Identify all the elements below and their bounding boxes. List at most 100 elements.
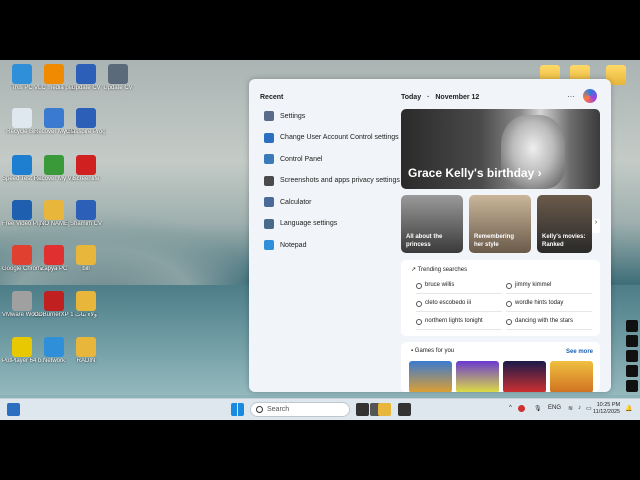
recent-item-label: Language settings xyxy=(280,220,338,227)
app-icon xyxy=(44,291,64,311)
card-title-line: princess xyxy=(406,242,431,248)
desktop-icon-label: Shamim CV xyxy=(69,221,102,227)
trending-box: ↗ Trending searches bruce willis jimmy ki… xyxy=(401,260,600,336)
games-title: Games for you xyxy=(414,348,455,354)
desktop-icon[interactable]: ولاء بنات xyxy=(66,291,106,319)
desktop-icon[interactable]: Update CV xyxy=(98,64,138,92)
games-header: ▪ Games for you xyxy=(411,348,455,354)
app-icon xyxy=(76,245,96,265)
news-card[interactable]: All about the princess xyxy=(401,195,463,253)
app-icon xyxy=(44,155,64,175)
task-view-icon[interactable] xyxy=(356,403,369,416)
app-icon xyxy=(12,337,32,357)
flag-icon xyxy=(264,132,274,143)
notepad-icon xyxy=(264,240,274,250)
chevron-right-icon[interactable]: › xyxy=(592,219,600,233)
app-icon xyxy=(44,64,64,84)
app-icon xyxy=(44,200,64,220)
search-icon xyxy=(256,406,263,413)
calculator-icon xyxy=(264,197,274,207)
trending-item[interactable]: cleto escobedo iii xyxy=(416,300,502,312)
copilot-icon[interactable] xyxy=(583,89,597,103)
desktop-icon-label: ولاء بنات xyxy=(75,312,97,318)
start-icon[interactable] xyxy=(231,403,244,416)
app-icon xyxy=(76,64,96,84)
desktop-icon-label: bill xyxy=(82,266,90,272)
app-icon xyxy=(76,108,96,128)
game-tile[interactable] xyxy=(503,361,546,392)
language-indicator[interactable]: ENG xyxy=(548,405,561,411)
trending-item[interactable]: bruce willis xyxy=(416,282,502,294)
desktop-icon[interactable]: Screenlife xyxy=(66,155,106,183)
gear-icon xyxy=(264,111,274,121)
recent-item[interactable]: Control Panel xyxy=(264,152,322,166)
game-tile[interactable] xyxy=(409,361,452,392)
recent-item-label: Control Panel xyxy=(280,155,323,163)
app-icon xyxy=(76,291,96,311)
news-card[interactable]: Remembering her style xyxy=(469,195,531,253)
more-options-icon[interactable]: ··· xyxy=(567,92,575,101)
clock[interactable]: 10:25 PM 11/12/2025 xyxy=(593,402,620,416)
trending-header: ↗ Trending searches xyxy=(411,267,468,273)
app-icon xyxy=(76,337,96,357)
app-icon xyxy=(108,64,128,84)
hero-title: Grace Kelly's birthday › xyxy=(408,166,542,180)
games-box: ▪ Games for you See more xyxy=(401,342,600,392)
trending-item[interactable]: northern lights tonight xyxy=(416,318,502,330)
search-box[interactable]: Search xyxy=(250,402,350,417)
date-label: November 12 xyxy=(435,94,480,101)
app-icon xyxy=(12,291,32,311)
app-icon xyxy=(76,155,96,175)
app-icon xyxy=(12,108,32,128)
app-icon xyxy=(44,245,64,265)
trending-item[interactable]: jimmy kimmel xyxy=(506,282,592,294)
trending-title: Trending searches xyxy=(417,267,468,273)
chevron-up-icon[interactable]: ^ xyxy=(509,405,512,411)
hero-card[interactable]: Grace Kelly's birthday › xyxy=(401,109,600,189)
card-title: Kelly's movies: Ranked xyxy=(542,233,585,249)
trending-item[interactable]: wordle hints today xyxy=(506,300,592,312)
game-tile[interactable] xyxy=(550,361,593,392)
desktop-icon[interactable]: Shamim CV xyxy=(66,200,106,228)
desktop-icon[interactable]: Glasspire Progre... xyxy=(66,108,106,136)
recent-item[interactable]: Change User Account Control settings xyxy=(264,131,399,145)
recent-header: Recent xyxy=(260,94,284,101)
notification-icon[interactable]: 🔔 xyxy=(625,405,632,412)
desktop-icon[interactable]: RADIN xyxy=(66,337,106,365)
recent-item[interactable]: Screenshots and apps privacy settings xyxy=(264,174,400,188)
store-icon[interactable] xyxy=(398,403,411,416)
record-icon[interactable] xyxy=(626,335,638,347)
desktop-icon-label: Screenlife xyxy=(72,176,100,182)
desktop-icon-label: Update CV xyxy=(103,85,133,91)
recent-item[interactable]: Language settings xyxy=(264,217,337,231)
volume-icon[interactable]: ♪ xyxy=(578,405,581,411)
battery-icon[interactable]: ▭ xyxy=(586,405,592,412)
recent-item[interactable]: Notepad xyxy=(264,238,306,252)
clock-time: 10:25 PM xyxy=(596,402,621,408)
game-tile[interactable] xyxy=(456,361,499,392)
today-label: Today xyxy=(401,94,422,101)
file-explorer-icon[interactable] xyxy=(378,403,391,416)
mic-tray-icon[interactable]: 🎙 xyxy=(534,405,542,412)
recent-item[interactable]: Settings xyxy=(264,109,305,123)
recent-item-label: Calculator xyxy=(280,198,312,206)
camera-icon[interactable] xyxy=(626,320,638,332)
recent-item[interactable]: Calculator xyxy=(264,195,312,209)
app-icon xyxy=(12,64,32,84)
widgets-icon[interactable] xyxy=(7,403,20,416)
see-more-link[interactable]: See more xyxy=(566,349,593,355)
desktop-icon[interactable]: bill xyxy=(66,245,106,273)
pen-icon[interactable] xyxy=(626,365,638,377)
trending-item[interactable]: dancing with the stars xyxy=(506,318,592,330)
microphone-icon[interactable] xyxy=(626,350,638,362)
app-icon xyxy=(12,155,32,175)
wifi-icon[interactable]: ≋ xyxy=(568,405,573,412)
search-placeholder: Search xyxy=(267,406,290,413)
recent-item-label: Settings xyxy=(280,112,306,120)
recent-item-label: Notepad xyxy=(280,241,307,249)
news-card[interactable]: Kelly's movies: Ranked xyxy=(537,195,592,253)
taskbar: Search ^ 🎙 ENG ≋ ♪ ▭ 10:25 PM 11/12/2025… xyxy=(0,398,640,420)
chrome-tray-icon[interactable] xyxy=(518,405,525,412)
card-title-line: Kelly's movies: xyxy=(542,234,586,240)
close-icon[interactable] xyxy=(626,380,638,392)
